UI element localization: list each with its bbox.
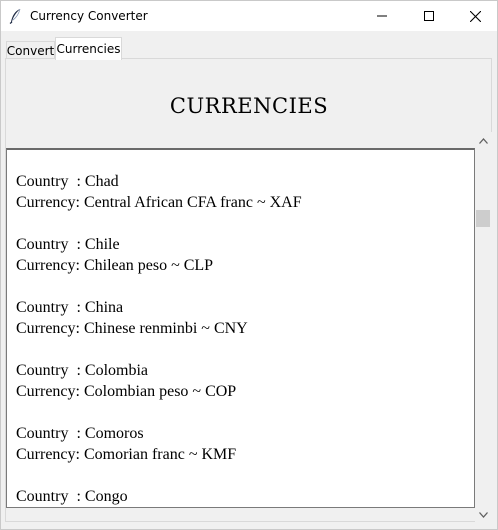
- close-button[interactable]: [452, 1, 498, 31]
- feather-icon: [9, 8, 23, 24]
- window-title: Currency Converter: [30, 9, 148, 23]
- title-bar[interactable]: Currency Converter: [1, 1, 497, 31]
- list-item: Country : Chile Currency: Chilean peso ~…: [16, 234, 471, 276]
- currency-line: Currency: Central African CFA franc ~ XA…: [16, 194, 302, 211]
- currency-list[interactable]: Country : Chad Currency: Central African…: [6, 148, 475, 508]
- scrollbar-thumb[interactable]: [476, 210, 490, 227]
- currency-line: Currency: Chinese renminbi ~ CNY: [16, 320, 248, 337]
- country-line: Country : China: [16, 299, 124, 316]
- page-title: CURRENCIES: [169, 94, 329, 118]
- currency-entries: Country : Chad Currency: Central African…: [16, 171, 471, 507]
- list-item: Country : Colombia Currency: Colombian p…: [16, 360, 471, 402]
- country-line: Country : Colombia: [16, 362, 148, 379]
- close-icon: [469, 10, 481, 22]
- country-line: Country : Chile: [16, 236, 120, 253]
- chevron-up-icon: [479, 137, 488, 144]
- app-window: Currency Converter Convert Currencies CU…: [0, 0, 498, 530]
- chevron-down-icon: [479, 511, 488, 518]
- list-item: Country : Chad Currency: Central African…: [16, 171, 471, 213]
- currency-line: Currency: Colombian peso ~ COP: [16, 383, 237, 400]
- country-line: Country : Chad: [16, 173, 119, 190]
- scroll-down-button[interactable]: [475, 506, 492, 523]
- maximize-button[interactable]: [406, 1, 452, 31]
- country-line: Country : Comoros: [16, 425, 144, 442]
- currency-line: Currency: Comorian franc ~ KMF: [16, 446, 237, 463]
- vertical-scrollbar[interactable]: [475, 132, 492, 523]
- minimize-button[interactable]: [359, 1, 405, 31]
- maximize-icon: [424, 11, 434, 21]
- minimize-icon: [377, 15, 387, 17]
- list-item: Country : China Currency: Chinese renmin…: [16, 297, 471, 339]
- list-item: Country : Congo: [16, 486, 471, 507]
- country-line: Country : Congo: [16, 488, 128, 505]
- currency-line: Currency: Chilean peso ~ CLP: [16, 257, 214, 274]
- tab-currencies[interactable]: Currencies: [55, 37, 122, 60]
- list-item: Country : Comoros Currency: Comorian fra…: [16, 423, 471, 465]
- scroll-up-button[interactable]: [475, 132, 492, 149]
